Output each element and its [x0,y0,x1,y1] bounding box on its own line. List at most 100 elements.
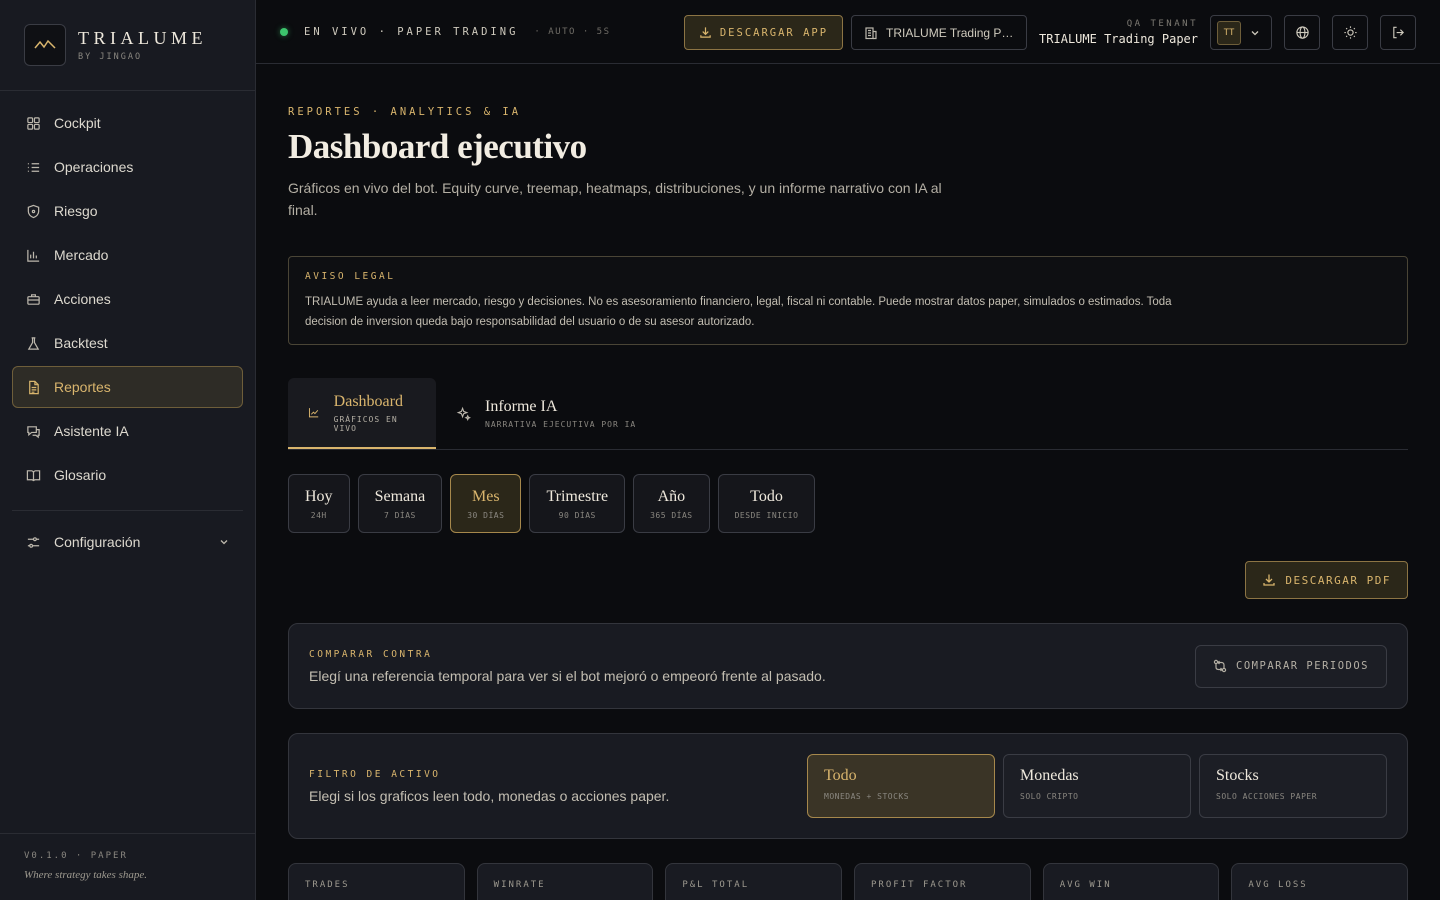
compare-periods-button[interactable]: COMPARAR PERIODOS [1195,644,1387,688]
user-menu-button[interactable]: TT [1210,15,1272,50]
sidebar: TRIALUME BY JINGAO Cockpit Operaciones R… [0,0,256,900]
sidebar-footer: V0.1.0 · PAPER Where strategy takes shap… [0,833,255,900]
language-button[interactable] [1284,15,1320,50]
asset-filter-todo[interactable]: Todo MONEDAS + STOCKS [807,754,995,818]
period-label: Año [657,487,686,505]
kpi-label: PROFIT FACTOR [871,880,968,890]
sidebar-item-cockpit[interactable]: Cockpit [12,102,243,144]
asset-sub: MONEDAS + STOCKS [824,792,910,801]
swap-icon [1213,659,1227,673]
sidebar-nav: Cockpit Operaciones Riesgo Mercado Accio… [0,91,255,496]
tab-dashboard[interactable]: Dashboard GRÁFICOS EN VIVO [288,378,436,449]
asset-label: Todo [824,767,857,784]
asset-filter-stocks[interactable]: Stocks SOLO ACCIONES PAPER [1199,754,1387,818]
chevron-down-icon [1251,30,1259,35]
asset-filter-monedas[interactable]: Monedas SOLO CRIPTO [1003,754,1191,818]
sidebar-item-operaciones[interactable]: Operaciones [12,146,243,188]
sliders-icon [27,536,40,548]
download-pdf-label: DESCARGAR PDF [1285,573,1391,587]
logo-icon [24,24,66,66]
kpi-label: P&L TOTAL [682,880,750,890]
kpi-card: PROFIT FACTOR [854,863,1031,900]
download-pdf-button[interactable]: DESCARGAR PDF [1245,561,1408,599]
period-ano[interactable]: Año 365 DÍAS [633,474,710,533]
divider [12,510,243,511]
period-label: Mes [472,487,500,505]
period-label: Todo [750,487,783,505]
sidebar-item-backtest[interactable]: Backtest [12,322,243,364]
tab-sub: GRÁFICOS EN VIVO [333,414,398,433]
period-trimestre[interactable]: Trimestre 90 DÍAS [529,474,626,533]
period-hoy[interactable]: Hoy 24H [288,474,350,533]
sidebar-item-label: Operaciones [54,159,134,175]
period-sub: 365 DÍAS [650,510,693,520]
page-title: Dashboard ejecutivo [288,127,587,166]
sidebar-item-riesgo[interactable]: Riesgo [12,190,243,232]
period-todo[interactable]: Todo DESDE INICIO [717,474,816,533]
sidebar-item-label: Backtest [54,335,108,351]
kpi-card: AVG LOSS [1231,863,1409,900]
list-icon [27,162,40,172]
period-sub: 24H [310,510,327,520]
tagline: Where strategy takes shape. [24,869,148,881]
kpi-card: P&L TOTAL [665,863,843,900]
kpi-card: TRADES [288,863,465,900]
download-icon [700,27,711,38]
period-label: Semana [374,487,426,505]
sidebar-item-label: Cockpit [54,115,101,131]
compare-panel: COMPARAR CONTRA Elegí una referencia tem… [288,623,1408,709]
bar-chart-icon [27,249,40,262]
legal-notice: AVISO LEGAL TRIALUME ayuda a leer mercad… [288,256,1408,345]
download-app-label: DESCARGAR APP [719,26,829,39]
logout-button[interactable] [1380,15,1416,50]
theme-toggle-button[interactable] [1332,15,1368,50]
asset-label: Stocks [1216,767,1259,784]
tab-bar: Dashboard GRÁFICOS EN VIVO Informe IA NA… [288,378,1408,450]
brand-name: TRIALUME [78,28,207,48]
compare-eyebrow: COMPARAR CONTRA [309,648,433,660]
compare-periods-label: COMPARAR PERIODOS [1236,660,1369,672]
chat-icon [27,425,40,438]
tab-label: Informe IA [485,398,558,415]
building-icon [865,26,877,39]
shield-icon [27,204,40,218]
main-content: REPORTES · ANALYTICS & IA Dashboard ejec… [288,64,1409,900]
file-icon [29,380,39,394]
download-app-button[interactable]: DESCARGAR APP [683,15,844,50]
period-label: Trimestre [546,487,609,505]
sidebar-item-mercado[interactable]: Mercado [12,234,243,276]
tenant-select[interactable]: TRIALUME Trading Paper [851,15,1028,50]
brand[interactable]: TRIALUME BY JINGAO [0,0,255,91]
kpi-label: TRADES [305,880,350,890]
globe-icon [1295,26,1309,39]
kpi-card: AVG WIN [1042,863,1220,900]
period-mes[interactable]: Mes 30 DÍAS [450,474,522,533]
period-sub: 90 DÍAS [558,510,596,520]
tab-sub: NARRATIVA EJECUTIVA POR IA [485,420,637,429]
period-sub: 30 DÍAS [467,510,505,520]
brand-sub: BY JINGAO [78,52,143,62]
period-semana[interactable]: Semana 7 DÍAS [357,474,443,533]
sidebar-item-acciones[interactable]: Acciones [12,278,243,320]
asset-label: Monedas [1020,767,1079,784]
sidebar-item-glosario[interactable]: Glosario [12,454,243,496]
chevron-down-icon [220,540,228,545]
kpi-label: AVG WIN [1059,880,1112,890]
live-status-dot [280,27,288,36]
tenant-name: TRIALUME Trading Paper [1039,32,1198,46]
period-selector: Hoy 24H Semana 7 DÍAS Mes 30 DÍAS Trimes… [288,474,1408,533]
sidebar-item-asistente-ia[interactable]: Asistente IA [12,410,243,452]
sidebar-item-label: Riesgo [54,203,98,219]
sidebar-item-label: Configuración [54,534,141,550]
asset-sub: SOLO ACCIONES PAPER [1216,792,1318,801]
sidebar-item-configuracion[interactable]: Configuración [12,521,243,563]
briefcase-icon [27,293,40,305]
tab-informe-ia[interactable]: Informe IA NARRATIVA EJECUTIVA POR IA [436,378,666,449]
sidebar-item-label: Reportes [54,379,111,395]
sidebar-item-label: Mercado [54,247,109,263]
auto-refresh-text: · AUTO · 5S [534,26,611,37]
sparkles-icon [456,406,471,421]
live-status-text: EN VIVO · PAPER TRADING [304,25,519,38]
tenant-select-value: TRIALUME Trading Paper [886,25,1015,40]
sidebar-item-reportes[interactable]: Reportes [12,366,243,408]
